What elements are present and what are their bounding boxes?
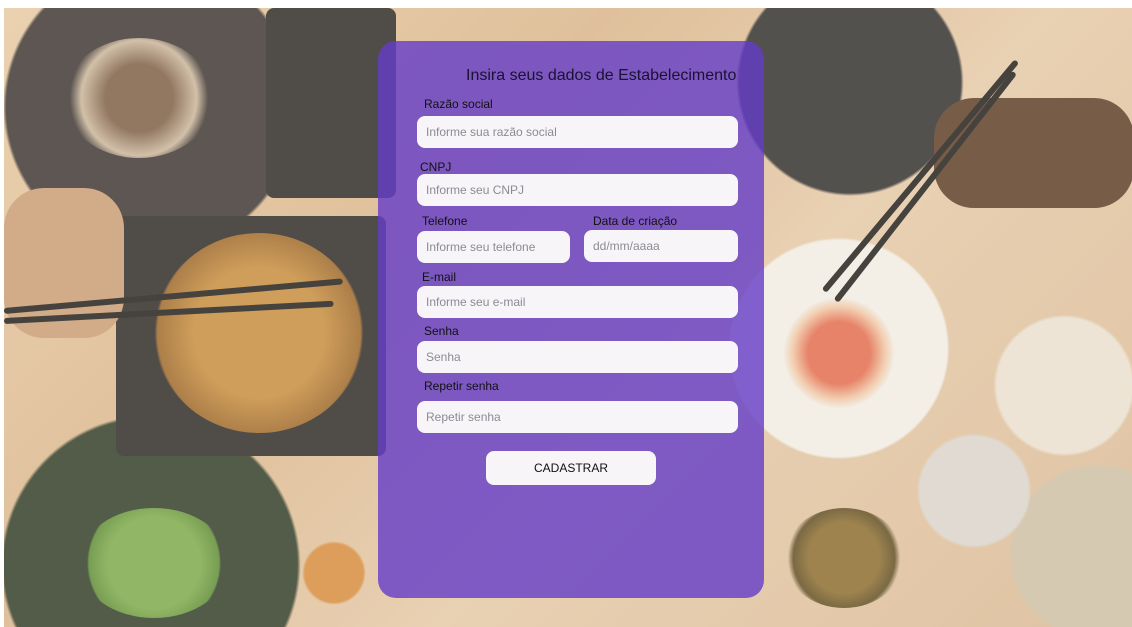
registration-form-card: Insira seus dados de Estabelecimento Raz… <box>378 41 764 598</box>
cnpj-label: CNPJ <box>420 160 452 174</box>
data-criacao-label: Data de criação <box>593 214 678 228</box>
email-label: E-mail <box>422 270 457 284</box>
cnpj-input[interactable] <box>417 174 738 206</box>
page: Insira seus dados de Estabelecimento Raz… <box>0 0 1132 627</box>
repetir-senha-label: Repetir senha <box>424 379 499 393</box>
data-criacao-input[interactable] <box>584 230 738 262</box>
senha-label: Senha <box>424 324 459 338</box>
telefone-label: Telefone <box>422 214 468 228</box>
email-input[interactable] <box>417 286 738 318</box>
telefone-input[interactable] <box>417 231 570 263</box>
senha-input[interactable] <box>417 341 738 373</box>
form-title: Insira seus dados de Estabelecimento <box>466 67 737 84</box>
cadastrar-button[interactable]: CADASTRAR <box>486 451 656 485</box>
razao-social-input[interactable] <box>417 116 738 148</box>
razao-social-label: Razão social <box>424 97 493 111</box>
repetir-senha-input[interactable] <box>417 401 738 433</box>
